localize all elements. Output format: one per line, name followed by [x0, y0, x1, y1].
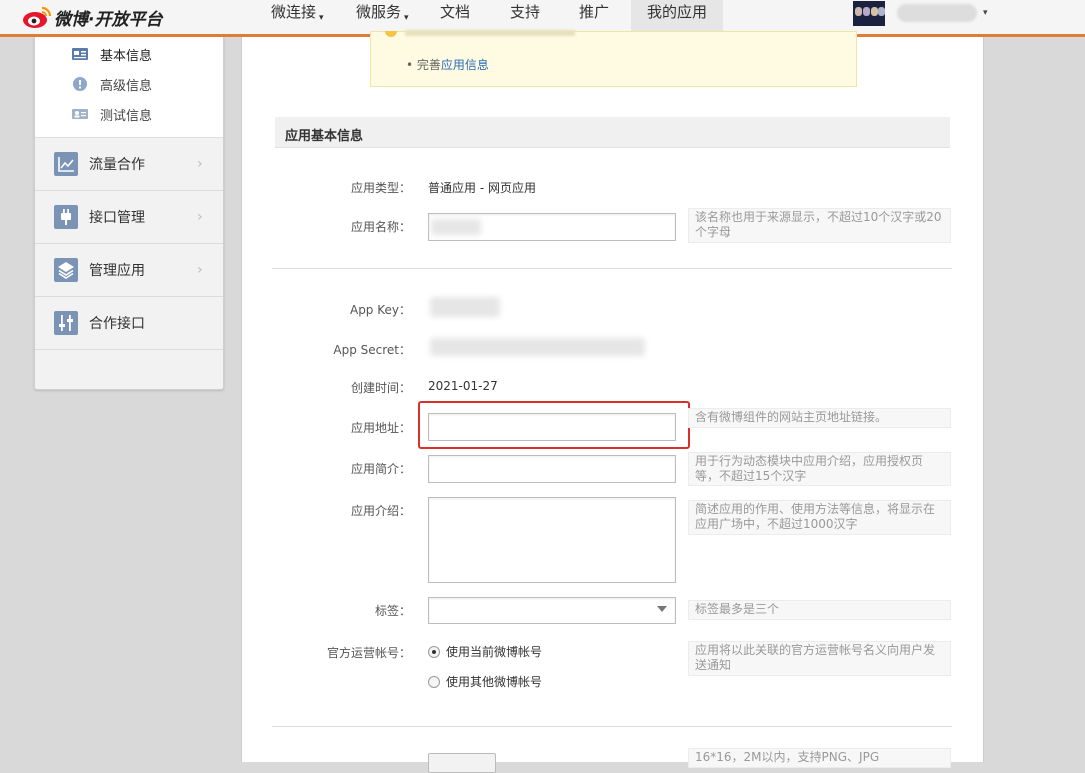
plug-icon — [54, 205, 78, 229]
radio-label: 使用其他微博帐号 — [446, 675, 543, 689]
app-name-input[interactable] — [428, 213, 676, 241]
sidebar-item-label: 合作接口 — [89, 316, 145, 332]
nav-label: 推广 — [579, 3, 610, 21]
caret-down-icon: ▾ — [319, 13, 324, 23]
sidebar-item-traffic[interactable]: 流量合作 › — [35, 138, 223, 191]
nav-label: 微连接 — [271, 3, 317, 21]
highlight-box — [418, 401, 690, 449]
info-icon — [72, 77, 88, 91]
sidebar: 基本信息 高级信息 测试信息 流量合作 › 接口管理 › 管理应用 › 合作接口 — [34, 37, 224, 390]
app-type-value: 普通应用 - 网页应用 — [428, 181, 536, 195]
line-chart-icon — [54, 152, 78, 176]
nav-label: 微服务 — [356, 3, 402, 21]
user-menu[interactable]: ▾ — [853, 0, 988, 26]
sidebar-item-label: 管理应用 — [89, 263, 145, 279]
icon-hint: 16*16，2M以内，支持PNG、JPG — [688, 748, 951, 768]
sidebar-item-api-management[interactable]: 接口管理 › — [35, 191, 223, 244]
main-content: • 完善应用信息 应用基本信息 应用类型： 普通应用 - 网页应用 应用名称： … — [241, 30, 984, 773]
weibo-logo[interactable]: 微博·开放平台 — [22, 2, 162, 32]
layers-icon — [54, 258, 78, 282]
created-time-value: 2021-01-27 — [428, 379, 498, 393]
sidebar-item-manage-apps[interactable]: 管理应用 › — [35, 244, 223, 297]
app-intro-label: 应用介绍： — [350, 504, 411, 518]
weibo-eye-icon — [22, 5, 52, 29]
upload-button[interactable] — [428, 753, 496, 773]
chevron-right-icon: › — [197, 156, 203, 172]
brand-title: 微博·开放平台 — [54, 9, 163, 30]
app-brief-label: 应用简介： — [350, 462, 411, 476]
official-account-label: 官方运营帐号： — [326, 646, 411, 660]
tags-hint: 标签最多是三个 — [688, 600, 951, 620]
nav-weifuwu[interactable]: 微服务 ▾ — [356, 0, 409, 35]
sliders-icon — [54, 311, 78, 335]
nav-weilianjie[interactable]: 微连接 ▾ — [271, 0, 324, 35]
created-time-label: 创建时间： — [350, 381, 411, 395]
sidebar-item-partner-api[interactable]: 合作接口 — [35, 297, 223, 350]
id-card-icon — [72, 47, 88, 61]
app-intro-textarea[interactable] — [428, 497, 676, 583]
notice-box: • 完善应用信息 — [370, 30, 857, 87]
nav-label: 支持 — [510, 3, 541, 21]
nav-promote[interactable]: 推广 — [579, 0, 609, 35]
app-brief-hint: 用于行为动态模块中应用介绍，应用授权页等，不超过15个汉字 — [688, 452, 951, 486]
app-key-label: App Key： — [349, 303, 411, 317]
app-brief-input[interactable] — [428, 455, 676, 483]
app-intro-hint: 简述应用的作用、使用方法等信息，将显示在应用广场中，不超过1000汉字 — [688, 500, 951, 535]
tags-label: 标签： — [374, 604, 411, 618]
section-title: 应用基本信息 — [285, 129, 364, 144]
caret-down-icon: ▾ — [983, 8, 988, 18]
app-url-hint: 含有微博组件的网站主页地址链接。 — [688, 408, 951, 428]
radio-label: 使用当前微博帐号 — [446, 645, 543, 659]
dropdown-caret-icon — [657, 606, 667, 612]
sidebar-item-label: 基本信息 — [100, 48, 153, 64]
sidebar-submenu: 基本信息 高级信息 测试信息 — [35, 37, 223, 138]
divider — [272, 268, 952, 269]
app-info-link[interactable]: 应用信息 — [441, 58, 489, 72]
warning-icon — [385, 31, 397, 37]
sidebar-item-label: 高级信息 — [100, 78, 153, 94]
notice-text: • 完善 — [406, 58, 441, 72]
redacted-value — [431, 219, 481, 235]
divider — [272, 726, 952, 727]
sidebar-item-label: 接口管理 — [89, 210, 145, 226]
section-header: 应用基本信息 — [275, 117, 950, 148]
app-name-label: 应用名称： — [350, 220, 411, 234]
radio-other-account[interactable]: 使用其他微博帐号 — [428, 673, 542, 690]
user-name-redacted — [897, 4, 977, 22]
notice-cut-text — [405, 30, 575, 36]
sidebar-item-test-info[interactable]: 测试信息 — [72, 104, 152, 124]
notice-item: • 完善应用信息 — [406, 56, 489, 73]
sidebar-item-label: 流量合作 — [89, 157, 145, 173]
radio-checked-icon — [428, 645, 440, 658]
nav-label: 文档 — [440, 3, 471, 21]
chevron-right-icon: › — [197, 262, 203, 278]
radio-current-account[interactable]: 使用当前微博帐号 — [428, 643, 542, 660]
app-secret-label: App Secret： — [333, 343, 411, 357]
avatar — [853, 0, 885, 26]
app-type-label: 应用类型： — [350, 181, 411, 195]
official-account-hint: 应用将以此关联的官方运营帐号名义向用户发送通知 — [688, 641, 951, 676]
nav-label: 我的应用 — [647, 3, 708, 21]
caret-down-icon: ▾ — [404, 13, 409, 23]
sidebar-item-label: 测试信息 — [100, 108, 153, 124]
nav-my-apps[interactable]: 我的应用 — [631, 0, 724, 35]
sidebar-item-basic-info[interactable]: 基本信息 — [72, 44, 152, 64]
tags-select[interactable] — [428, 597, 676, 624]
user-card-icon — [72, 107, 88, 121]
app-name-hint: 该名称也用于来源显示，不超过10个汉字或20个字母 — [688, 208, 951, 243]
sidebar-item-advanced-info[interactable]: 高级信息 — [72, 74, 152, 94]
chevron-right-icon: › — [197, 209, 203, 225]
app-secret-redacted — [430, 338, 645, 356]
radio-unchecked-icon — [428, 675, 440, 688]
app-key-redacted — [430, 297, 500, 317]
app-url-label: 应用地址： — [350, 421, 411, 435]
